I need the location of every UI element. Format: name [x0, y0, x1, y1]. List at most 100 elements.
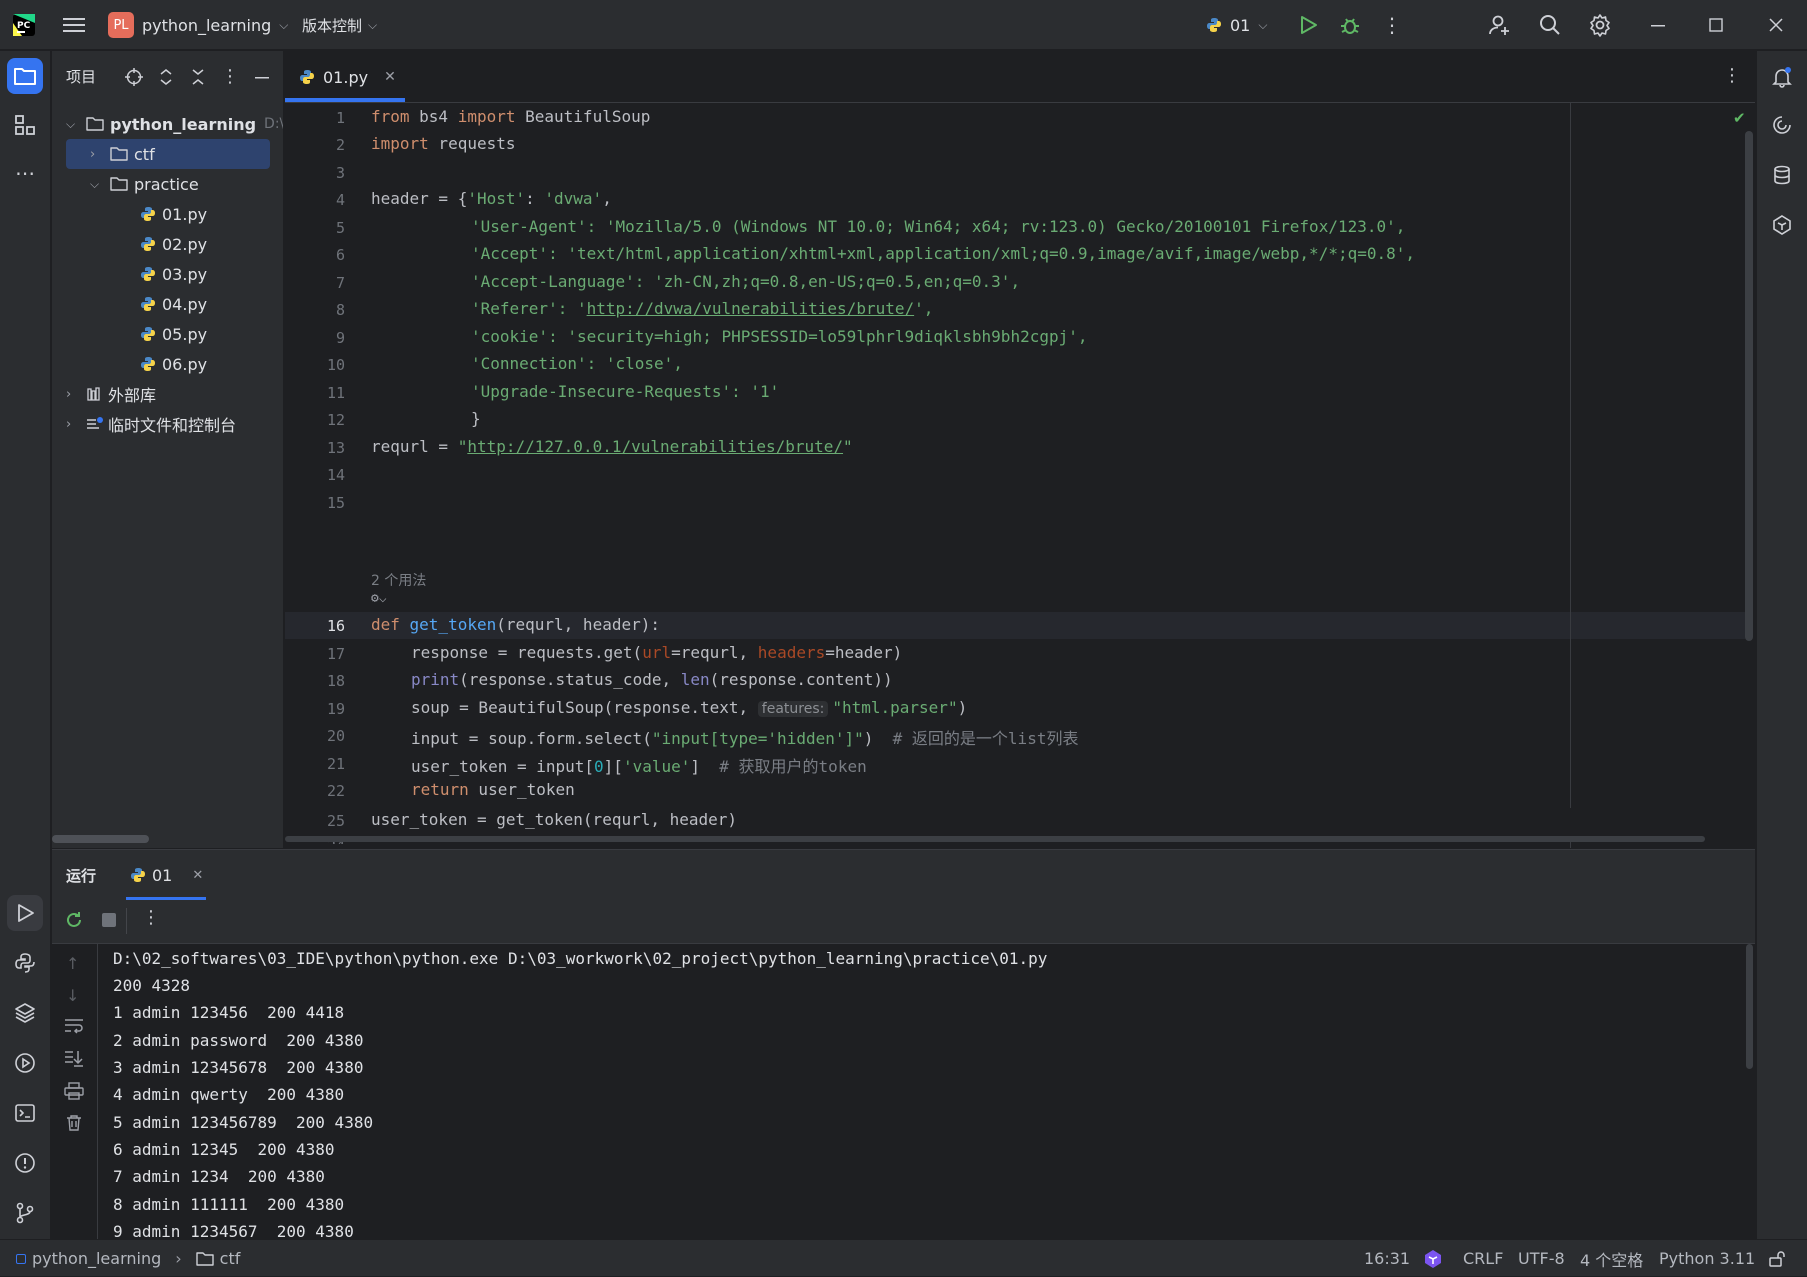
- horizontal-scrollbar[interactable]: [52, 835, 149, 843]
- tree-item-04-py[interactable]: 04.py: [140, 289, 207, 319]
- tree-item-practice[interactable]: ⌵ practice: [90, 169, 199, 199]
- module-square-icon: [16, 1253, 26, 1264]
- more-vert-icon[interactable]: ⋮: [1374, 7, 1410, 43]
- close-tab-icon[interactable]: ✕: [192, 868, 203, 883]
- code-url-link[interactable]: http://dvwa/vulnerabilities/brute/: [587, 299, 915, 318]
- inspection-ok-icon[interactable]: ✔: [1733, 109, 1746, 127]
- search-icon[interactable]: [1532, 7, 1568, 43]
- breadcrumb[interactable]: python_learning › ctf: [16, 1240, 240, 1277]
- run-icon[interactable]: [1290, 7, 1326, 43]
- locate-icon[interactable]: [118, 67, 150, 86]
- stop-icon[interactable]: [102, 913, 116, 927]
- hide-panel-icon[interactable]: [246, 70, 278, 84]
- tree-item-06-py[interactable]: 06.py: [140, 349, 207, 379]
- tree-item-label: 04.py: [162, 294, 208, 314]
- indent-setting[interactable]: 4 个空格: [1580, 1240, 1643, 1277]
- line-ending[interactable]: CRLF: [1463, 1240, 1503, 1277]
- more-vert-icon[interactable]: ⋮: [1723, 65, 1741, 86]
- print-icon[interactable]: [64, 1082, 84, 1104]
- structure-icon[interactable]: [7, 107, 43, 143]
- vcs-menu[interactable]: 版本控制 ⌵: [302, 0, 377, 50]
- rerun-icon[interactable]: [64, 910, 84, 934]
- line-number: 22: [326, 782, 345, 800]
- output-scrollbar[interactable]: [1746, 944, 1753, 1069]
- terminal-icon[interactable]: [7, 1095, 43, 1131]
- run-tab-label: 01: [152, 865, 173, 885]
- lock-open-icon[interactable]: [1768, 1240, 1786, 1277]
- breadcrumb-folder[interactable]: ctf: [220, 1249, 241, 1268]
- editor-tab-label: 01.py: [323, 67, 369, 87]
- arrow-down-icon[interactable]: ↓: [66, 986, 79, 1005]
- python-file-icon: [141, 237, 155, 251]
- settings-gear-icon[interactable]: [1582, 7, 1618, 43]
- code-line-16: def get_token(requrl, header):: [371, 615, 660, 634]
- console-line: 4 admin qwerty 200 4380: [113, 1085, 345, 1104]
- arrow-up-icon[interactable]: ↑: [66, 954, 79, 973]
- minimize-icon[interactable]: [1640, 7, 1676, 43]
- problems-icon[interactable]: [7, 1145, 43, 1181]
- code-text: header = {: [371, 189, 468, 208]
- tree-item-01-py[interactable]: 01.py: [140, 199, 207, 229]
- left-tool-strip: ⋯: [0, 51, 51, 1239]
- notifications-bell-icon[interactable]: [1764, 59, 1800, 95]
- console-line: D:\02_softwares\03_IDE\python\python.exe…: [113, 949, 1048, 968]
- soft-wrap-icon[interactable]: [64, 1018, 84, 1038]
- close-icon[interactable]: [1758, 7, 1794, 43]
- project-switcher[interactable]: PL python_learning ⌵: [108, 0, 288, 50]
- plugin-icon[interactable]: [1764, 207, 1800, 243]
- ai-action-icon[interactable]: ⚙⌵: [371, 591, 387, 606]
- tree-item-03-py[interactable]: 03.py: [140, 259, 207, 289]
- code-line-6: 'Accept': 'text/html,application/xhtml+x…: [471, 244, 1416, 263]
- run-config-selector[interactable]: 01 ⌵: [1206, 0, 1267, 50]
- file-encoding[interactable]: UTF-8: [1518, 1240, 1565, 1277]
- chevron-down-icon: ⌵: [1258, 17, 1268, 32]
- editor-tab-01-py[interactable]: 01.py ✕: [299, 51, 396, 103]
- run-tab-01[interactable]: 01 ✕: [126, 850, 206, 900]
- scroll-to-end-icon[interactable]: [64, 1050, 84, 1072]
- tree-item-label: 06.py: [162, 354, 208, 374]
- tree-item-ctf[interactable]: › ctf: [90, 139, 155, 169]
- run-tool-icon[interactable]: [7, 895, 43, 931]
- console-line: 5 admin 123456789 200 4380: [113, 1113, 374, 1132]
- breadcrumb-project[interactable]: python_learning: [32, 1249, 161, 1268]
- line-number: 15: [326, 494, 345, 512]
- collapse-all-icon[interactable]: [182, 68, 214, 86]
- code-string: "input[type='hidden']": [651, 729, 864, 748]
- project-view-icon[interactable]: [7, 58, 43, 94]
- debug-icon[interactable]: [1332, 7, 1368, 43]
- chevron-down-icon: ⌵: [279, 17, 289, 32]
- line-number: 8: [335, 301, 345, 319]
- editor-horizontal-scrollbar[interactable]: [285, 836, 1705, 842]
- python-interpreter[interactable]: Python 3.11: [1659, 1240, 1755, 1277]
- tree-root-python-learning[interactable]: ⌵ python_learning D:\03: [66, 109, 283, 139]
- add-user-icon[interactable]: [1482, 7, 1518, 43]
- git-branch-icon[interactable]: [7, 1195, 43, 1231]
- tree-item-label: 临时文件和控制台: [108, 416, 237, 435]
- more-horiz-icon[interactable]: ⋯: [7, 155, 43, 191]
- code-text: ): [957, 698, 968, 717]
- more-vert-icon[interactable]: ⋮: [214, 66, 246, 87]
- run-config-label: 01: [1230, 15, 1251, 35]
- vertical-scrollbar[interactable]: [1745, 131, 1753, 641]
- more-vert-icon[interactable]: ⋮: [142, 907, 160, 928]
- maximize-icon[interactable]: [1698, 7, 1734, 43]
- services-icon[interactable]: [7, 1045, 43, 1081]
- trash-icon[interactable]: [65, 1114, 83, 1136]
- layers-icon[interactable]: [7, 995, 43, 1031]
- caret-position[interactable]: 16:31: [1364, 1240, 1410, 1277]
- tree-item-scratches[interactable]: › 临时文件和控制台: [66, 409, 236, 439]
- usages-hint[interactable]: 2 个用法: [371, 570, 426, 590]
- code-url-link[interactable]: http://127.0.0.1/vulnerabilities/brute/: [467, 437, 843, 456]
- ai-status-icon[interactable]: [1422, 1240, 1444, 1277]
- database-icon[interactable]: [1764, 157, 1800, 193]
- expand-all-icon[interactable]: [150, 68, 182, 86]
- line-number: 5: [335, 219, 345, 237]
- python-console-icon[interactable]: [7, 945, 43, 981]
- code-text: (requrl, header):: [496, 615, 660, 634]
- tree-item-external-libs[interactable]: › 外部库: [66, 379, 156, 409]
- ai-assistant-icon[interactable]: [1764, 107, 1800, 143]
- tree-item-02-py[interactable]: 02.py: [140, 229, 207, 259]
- tree-item-05-py[interactable]: 05.py: [140, 319, 207, 349]
- close-tab-icon[interactable]: ✕: [384, 69, 396, 85]
- hamburger-menu-icon[interactable]: [56, 7, 92, 43]
